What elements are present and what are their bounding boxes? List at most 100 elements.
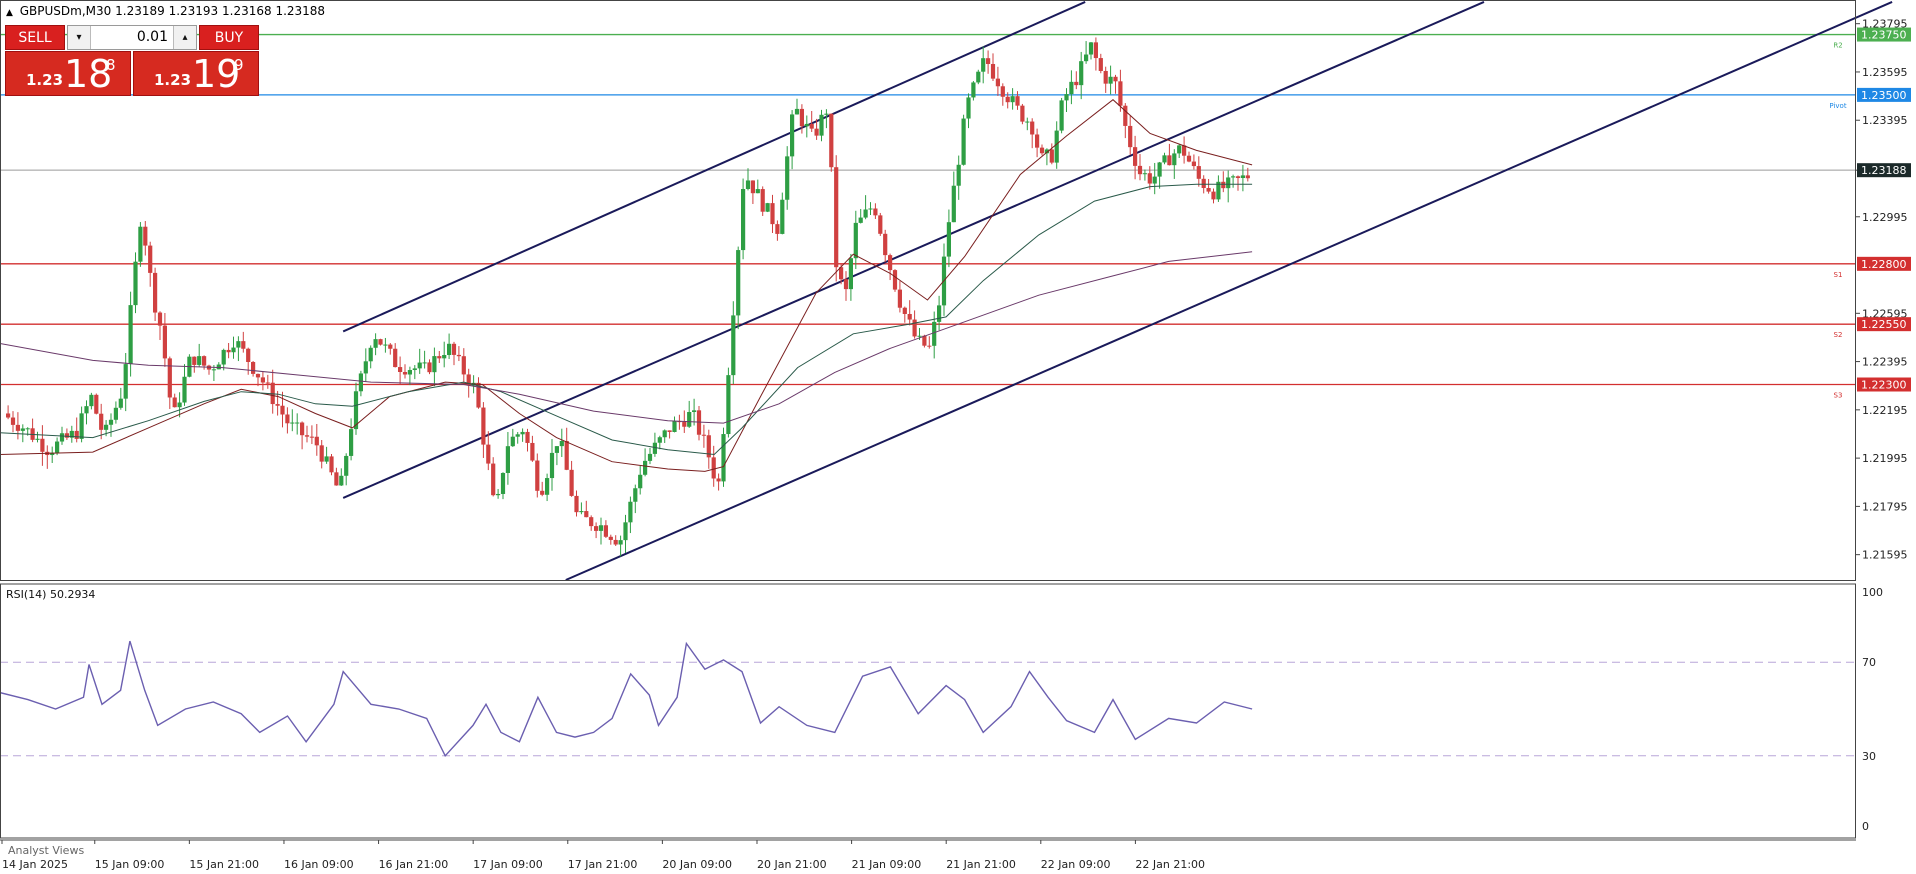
candle[interactable] — [927, 336, 932, 349]
lot-decrease-icon[interactable]: ▾ — [68, 26, 91, 49]
candle[interactable] — [1177, 144, 1182, 159]
candle[interactable] — [1030, 118, 1035, 149]
candle[interactable] — [662, 429, 667, 443]
candle[interactable] — [187, 354, 192, 378]
candle[interactable] — [172, 393, 177, 408]
candle[interactable] — [500, 472, 506, 500]
candle[interactable] — [192, 356, 197, 373]
analyst-views-tab[interactable]: Analyst Views — [8, 844, 84, 857]
candle[interactable] — [1172, 149, 1177, 179]
candle[interactable] — [554, 446, 559, 466]
candle[interactable] — [976, 69, 981, 85]
candle[interactable] — [113, 401, 118, 424]
candle[interactable] — [755, 179, 760, 194]
candle[interactable] — [643, 448, 648, 477]
candle[interactable] — [349, 418, 354, 461]
candle[interactable] — [94, 393, 99, 415]
candle[interactable] — [1221, 171, 1226, 193]
candle[interactable] — [451, 341, 457, 366]
candle[interactable] — [40, 425, 45, 466]
candle[interactable] — [1206, 179, 1211, 194]
candle[interactable] — [437, 350, 442, 363]
candle[interactable] — [319, 439, 324, 469]
candle[interactable] — [1074, 71, 1079, 90]
candle[interactable] — [422, 350, 427, 369]
candle[interactable] — [45, 445, 50, 469]
candle[interactable] — [1211, 188, 1216, 204]
candle[interactable] — [1039, 144, 1045, 156]
candle[interactable] — [878, 212, 883, 236]
sell-price-button[interactable]: 1.23 18 8 — [5, 51, 131, 96]
candle[interactable] — [417, 348, 422, 374]
candle[interactable] — [1010, 88, 1015, 110]
candle[interactable] — [1137, 153, 1143, 181]
chart-canvas[interactable]: R2PivotS1S2S3 RSI(14) 50.2934 1.237951.2… — [0, 0, 1916, 874]
candle[interactable] — [89, 392, 94, 410]
candle[interactable] — [966, 93, 971, 129]
candle[interactable] — [412, 365, 417, 380]
candle[interactable] — [290, 409, 295, 432]
candle[interactable] — [912, 310, 917, 339]
candle[interactable] — [285, 407, 290, 434]
candle[interactable] — [447, 333, 452, 360]
candle[interactable] — [133, 252, 138, 314]
candle[interactable] — [785, 146, 790, 210]
chart-window[interactable]: R2 Pivot S1 S2 S3 RSI(14) 50.2934 1.23795 1.2… — [0, 0, 1916, 874]
sell-button[interactable]: SELL — [5, 25, 65, 50]
candle[interactable] — [1103, 66, 1108, 93]
candle[interactable] — [407, 366, 412, 386]
candle[interactable] — [628, 496, 633, 534]
candle[interactable] — [613, 535, 618, 546]
candle[interactable] — [721, 427, 726, 487]
candle[interactable] — [569, 460, 574, 497]
buy-price-button[interactable]: 1.23 19 9 — [133, 51, 259, 96]
candle[interactable] — [64, 428, 69, 440]
candle[interactable] — [1162, 152, 1167, 165]
candle[interactable] — [687, 400, 692, 428]
candle[interactable] — [1069, 70, 1074, 105]
candle[interactable] — [1142, 169, 1147, 181]
candle[interactable] — [138, 222, 143, 267]
candle[interactable] — [1088, 41, 1094, 60]
candle[interactable] — [888, 253, 893, 281]
candle[interactable] — [1186, 151, 1192, 163]
buy-button[interactable]: BUY — [199, 25, 259, 50]
candle[interactable] — [863, 195, 868, 220]
candle[interactable] — [476, 377, 481, 409]
candle[interactable] — [236, 336, 241, 362]
candle[interactable] — [711, 445, 716, 487]
candle[interactable] — [809, 110, 814, 132]
candle[interactable] — [834, 155, 839, 282]
channel-line-3[interactable] — [565, 1, 1893, 581]
candle[interactable] — [530, 435, 535, 462]
channel-line-2[interactable] — [342, 1, 1485, 499]
candle[interactable] — [790, 110, 795, 170]
candle[interactable] — [486, 431, 491, 471]
candle[interactable] — [907, 300, 912, 326]
candle[interactable] — [515, 432, 520, 444]
candle[interactable] — [304, 425, 310, 443]
candle[interactable] — [1093, 37, 1098, 71]
candle[interactable] — [157, 311, 163, 340]
candle[interactable] — [677, 414, 682, 430]
candle[interactable] — [74, 417, 79, 443]
candle[interactable] — [937, 295, 942, 331]
candle[interactable] — [638, 465, 643, 495]
candle[interactable] — [598, 517, 604, 545]
candle[interactable] — [50, 446, 55, 463]
price-panel[interactable]: R2 Pivot S1 S2 S3 — [0, 1, 1893, 581]
candle[interactable] — [491, 457, 496, 497]
candle[interactable] — [123, 352, 128, 412]
candle[interactable] — [1098, 53, 1103, 74]
candle[interactable] — [760, 186, 765, 216]
candle[interactable] — [584, 500, 589, 518]
candle[interactable] — [647, 447, 653, 465]
candle[interactable] — [251, 361, 256, 377]
candle[interactable] — [594, 522, 599, 539]
candle[interactable] — [1025, 117, 1030, 131]
candle[interactable] — [265, 374, 270, 389]
candle[interactable] — [819, 109, 824, 142]
candle[interactable] — [20, 424, 25, 443]
candle[interactable] — [946, 209, 951, 268]
candle[interactable] — [15, 412, 20, 440]
